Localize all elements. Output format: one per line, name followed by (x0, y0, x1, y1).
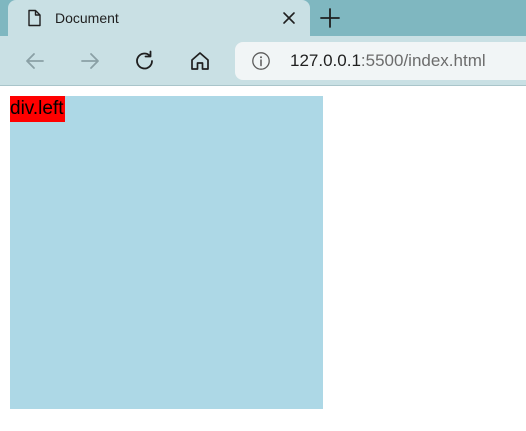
refresh-icon[interactable] (132, 48, 158, 74)
address-bar[interactable]: 127.0.0.1:5500/index.html (235, 42, 526, 80)
document-icon (28, 9, 41, 27)
tab-strip: Document (0, 0, 526, 36)
page-viewport: div.left (0, 87, 526, 431)
home-icon[interactable] (187, 48, 213, 74)
new-tab-icon[interactable] (318, 6, 342, 30)
left-div-label: div.left (10, 96, 65, 122)
arrow-right-icon[interactable] (77, 48, 103, 74)
info-icon[interactable] (251, 51, 271, 71)
url-path: :5500/index.html (360, 51, 486, 70)
url-host: 127.0.0.1 (290, 51, 361, 70)
close-icon[interactable] (280, 9, 298, 27)
url-text[interactable]: 127.0.0.1:5500/index.html (290, 42, 486, 80)
tab-document[interactable]: Document (8, 0, 310, 36)
tab-title: Document (55, 10, 119, 26)
left-div: div.left (10, 96, 323, 409)
arrow-left-icon[interactable] (22, 48, 48, 74)
browser-toolbar: 127.0.0.1:5500/index.html (0, 36, 526, 86)
